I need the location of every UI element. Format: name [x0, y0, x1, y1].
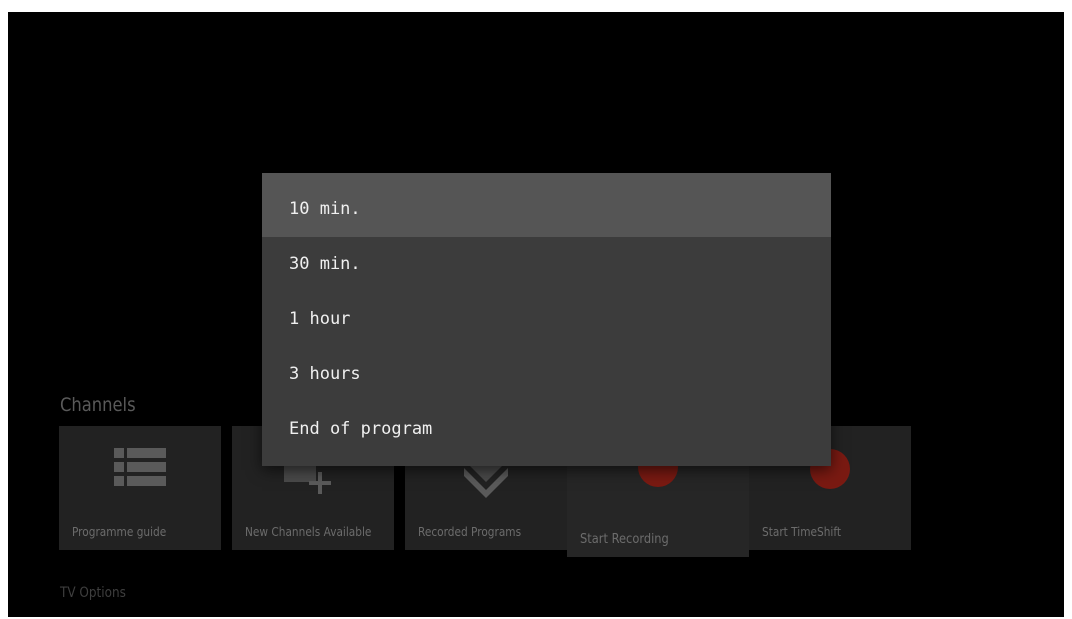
card-label: Start TimeShift: [762, 525, 842, 539]
tv-options-section-title: TV Options: [60, 585, 126, 601]
tv-screen: Channels Programme guide New Channels Av…: [8, 12, 1064, 617]
recording-duration-dialog: 10 min. 30 min. 1 hour 3 hours End of pr…: [262, 173, 831, 466]
programme-guide-card[interactable]: Programme guide: [59, 426, 221, 550]
card-label: Programme guide: [72, 525, 167, 539]
duration-option-10-min[interactable]: 10 min.: [262, 173, 831, 237]
card-label: Recorded Programs: [418, 525, 522, 539]
card-label: Start Recording: [580, 532, 669, 547]
duration-option-1-hour[interactable]: 1 hour: [262, 292, 831, 347]
list-icon: [114, 448, 166, 486]
duration-option-30-min[interactable]: 30 min.: [262, 237, 831, 292]
duration-option-end-of-program[interactable]: End of program: [262, 402, 831, 457]
card-label: New Channels Available: [245, 525, 372, 539]
channels-section-title: Channels: [60, 394, 136, 416]
duration-option-3-hours[interactable]: 3 hours: [262, 347, 831, 402]
